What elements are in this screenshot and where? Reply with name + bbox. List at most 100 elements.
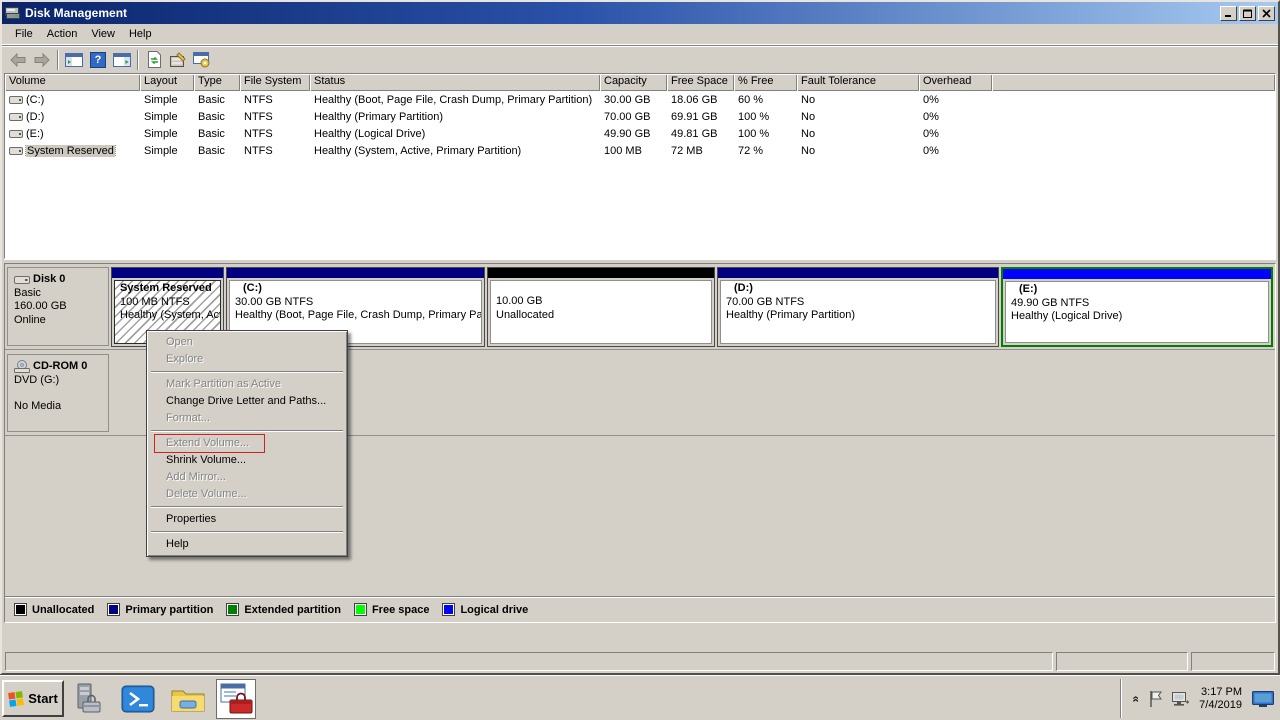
cell-layout: Simple: [140, 94, 194, 106]
toolbar-separator: [57, 50, 59, 70]
menu-item-help[interactable]: Help: [149, 536, 345, 553]
network-icon[interactable]: [1170, 690, 1190, 708]
column-header-pct-free[interactable]: % Free: [734, 74, 797, 91]
close-button[interactable]: [1258, 6, 1275, 21]
show-console-tree-button[interactable]: [62, 48, 86, 71]
legend-label: Extended partition: [244, 604, 341, 616]
menu-help[interactable]: Help: [122, 26, 159, 42]
cell-layout: Simple: [140, 111, 194, 123]
start-button[interactable]: Start: [2, 680, 64, 717]
start-label: Start: [28, 691, 58, 706]
partition-color-bar: [227, 268, 484, 278]
legend-extended-partition: Extended partition: [226, 603, 341, 616]
toolbar: ?: [2, 45, 1278, 73]
menu-item-format[interactable]: Format...: [149, 410, 345, 427]
column-header-file-system[interactable]: File System: [240, 74, 310, 91]
volume-icon: [9, 128, 23, 139]
volume-icon: [9, 94, 23, 105]
disk-management-icon: [5, 6, 21, 20]
partition-e[interactable]: (E:) 49.90 GB NTFS Healthy (Logical Driv…: [1001, 267, 1273, 347]
manage-computer-button[interactable]: [190, 48, 214, 71]
partition-name: (E:): [1011, 283, 1263, 297]
column-header-volume[interactable]: Volume: [5, 74, 140, 91]
forward-button[interactable]: [30, 48, 54, 71]
partition-status: Unallocated: [496, 309, 706, 323]
table-row-e[interactable]: (E:) Simple Basic NTFS Healthy (Logical …: [5, 125, 1275, 142]
cell-file-system: NTFS: [240, 145, 310, 157]
menu-bar: File Action View Help: [2, 24, 1278, 45]
device-properties-button[interactable]: [166, 48, 190, 71]
maximize-button[interactable]: [1239, 6, 1256, 21]
menu-item-change-drive-letter[interactable]: Change Drive Letter and Paths...: [149, 393, 345, 410]
partition-size: 30.00 GB NTFS: [235, 296, 476, 310]
partition-d[interactable]: (D:) 70.00 GB NTFS Healthy (Primary Part…: [717, 267, 999, 347]
column-header-status[interactable]: Status: [310, 74, 600, 91]
column-header-capacity[interactable]: Capacity: [600, 74, 667, 91]
windows-logo-icon: [7, 689, 25, 707]
cdrom-header[interactable]: CD-ROM 0 DVD (G:) No Media: [7, 354, 109, 432]
title-bar[interactable]: Disk Management: [2, 2, 1278, 24]
column-header-overhead[interactable]: Overhead: [919, 74, 992, 91]
show-action-pane-button[interactable]: [110, 48, 134, 71]
cdrom-status: No Media: [14, 400, 104, 414]
file-explorer-button[interactable]: [168, 679, 208, 719]
volume-name: (E:): [26, 128, 44, 140]
action-center-flag-icon[interactable]: [1147, 689, 1165, 709]
table-row-c[interactable]: (C:) Simple Basic NTFS Healthy (Boot, Pa…: [5, 91, 1275, 108]
table-row-d[interactable]: (D:) Simple Basic NTFS Healthy (Primary …: [5, 108, 1275, 125]
show-desktop-monitor-icon[interactable]: [1251, 689, 1275, 709]
menu-item-mark-partition-active[interactable]: Mark Partition as Active: [149, 376, 345, 393]
clock-date: 7/4/2019: [1199, 699, 1242, 712]
menu-item-properties[interactable]: Properties: [149, 511, 345, 528]
powershell-button[interactable]: [118, 679, 158, 719]
back-button[interactable]: [6, 48, 30, 71]
disk0-header[interactable]: Disk 0 Basic 160.00 GB Online: [7, 267, 109, 346]
menu-item-shrink-volume[interactable]: Shrink Volume...: [149, 452, 345, 469]
menu-item-extend-volume[interactable]: Extend Volume...: [149, 435, 345, 452]
cell-capacity: 30.00 GB: [600, 94, 667, 106]
volume-name: (C:): [26, 94, 44, 106]
cell-fault-tolerance: No: [797, 94, 919, 106]
cell-type: Basic: [194, 111, 240, 123]
menu-separator: [151, 531, 343, 533]
legend-swatch: [14, 603, 27, 616]
menu-file[interactable]: File: [8, 26, 40, 42]
partition-unallocated[interactable]: 10.00 GB Unallocated: [487, 267, 715, 347]
column-header-fault-tolerance[interactable]: Fault Tolerance: [797, 74, 919, 91]
column-header-type[interactable]: Type: [194, 74, 240, 91]
partition-name: (D:): [726, 282, 990, 296]
status-panel-main: [5, 652, 1053, 671]
taskbar-clock[interactable]: 3:17 PM 7/4/2019: [1195, 686, 1246, 712]
table-row-system-reserved[interactable]: System Reserved Simple Basic NTFS Health…: [5, 142, 1275, 159]
menu-item-delete-volume[interactable]: Delete Volume...: [149, 486, 345, 503]
menu-view[interactable]: View: [84, 26, 122, 42]
window-title: Disk Management: [25, 6, 127, 20]
cell-free-space: 49.81 GB: [667, 128, 734, 140]
partition-color-bar: [488, 268, 714, 278]
server-manager-button[interactable]: [68, 679, 108, 719]
menu-action[interactable]: Action: [40, 26, 85, 42]
disk-management-app-icon: [218, 682, 254, 716]
menu-item-add-mirror[interactable]: Add Mirror...: [149, 469, 345, 486]
menu-item-explore[interactable]: Explore: [149, 351, 345, 368]
help-button[interactable]: ?: [86, 48, 110, 71]
tray-chevron-icon[interactable]: »: [1128, 692, 1142, 706]
legend-swatch: [442, 603, 455, 616]
volume-name: (D:): [26, 111, 44, 123]
column-header-free-space[interactable]: Free Space: [667, 74, 734, 91]
cell-overhead: 0%: [919, 145, 992, 157]
cell-type: Basic: [194, 145, 240, 157]
menu-item-open[interactable]: Open: [149, 334, 345, 351]
column-header-layout[interactable]: Layout: [140, 74, 194, 91]
disk0-type: Basic: [14, 287, 104, 301]
cell-pct-free: 72 %: [734, 145, 797, 157]
disk-management-taskbar-button[interactable]: [216, 679, 256, 719]
back-arrow-icon: [9, 53, 27, 67]
partition-context-menu: Open Explore Mark Partition as Active Ch…: [146, 330, 348, 557]
close-icon: [1262, 9, 1271, 18]
minimize-button[interactable]: [1220, 6, 1237, 21]
powershell-icon: [121, 684, 155, 714]
menu-separator: [151, 430, 343, 432]
legend-label: Logical drive: [460, 604, 528, 616]
refresh-button[interactable]: [142, 48, 166, 71]
